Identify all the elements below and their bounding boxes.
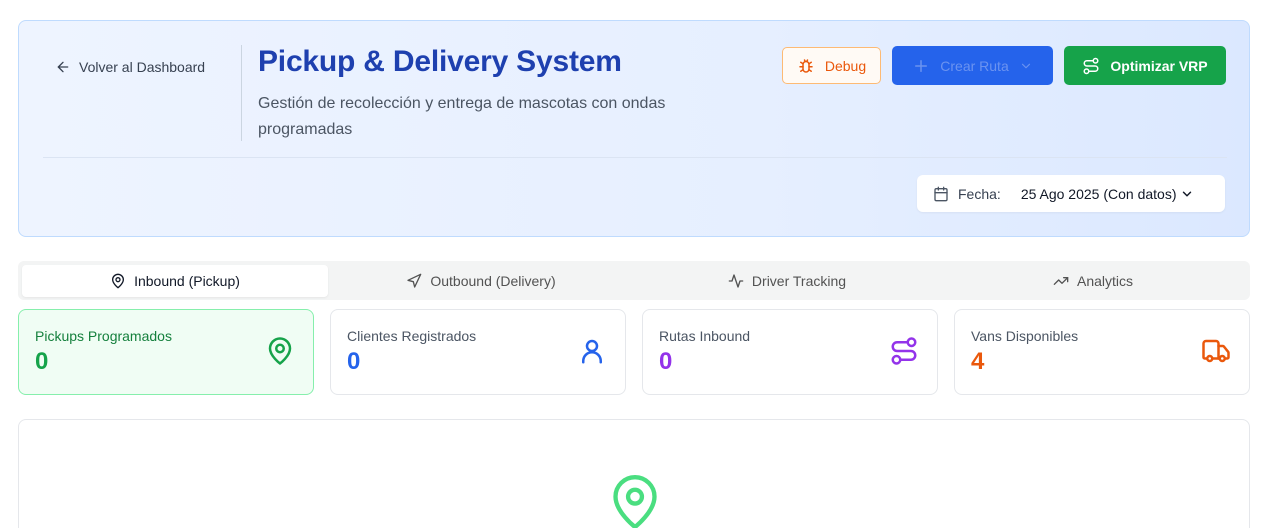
- tab-bar: Inbound (Pickup) Outbound (Delivery) Dri…: [18, 261, 1250, 300]
- stat-value: 0: [347, 348, 361, 375]
- tab-analytics[interactable]: Analytics: [940, 265, 1246, 297]
- optimizar-vrp-button[interactable]: Optimizar VRP: [1064, 46, 1226, 85]
- stat-label: Rutas Inbound: [659, 328, 751, 344]
- header-divider: [43, 157, 1227, 158]
- tab-driver-tracking[interactable]: Driver Tracking: [634, 265, 940, 297]
- stat-card-vans: Vans Disponibles 4: [954, 309, 1250, 395]
- tab-outbound[interactable]: Outbound (Delivery): [328, 265, 634, 297]
- crear-ruta-button[interactable]: Crear Ruta: [892, 46, 1053, 85]
- vertical-divider: [241, 45, 242, 141]
- debug-button[interactable]: Debug: [782, 47, 881, 84]
- stat-value: 0: [35, 348, 49, 375]
- stat-label: Vans Disponibles: [971, 328, 1079, 344]
- tab-label: Outbound (Delivery): [430, 273, 556, 289]
- chevron-down-icon: [1021, 63, 1030, 68]
- route-icon: [1083, 57, 1099, 74]
- tab-inbound[interactable]: Inbound (Pickup): [22, 265, 328, 297]
- user-icon: [582, 339, 602, 364]
- stat-value: 0: [659, 348, 673, 375]
- optimizar-vrp-label: Optimizar VRP: [1110, 57, 1208, 74]
- date-select[interactable]: Fecha: 25 Ago 2025 (Con datos): [917, 175, 1225, 212]
- activity-icon: [728, 274, 744, 288]
- trending-up-icon: [1053, 277, 1069, 285]
- calendar-icon: [934, 186, 948, 201]
- tab-label: Inbound (Pickup): [134, 273, 240, 289]
- map-pin-icon: [268, 337, 292, 365]
- stat-card-rutas: Rutas Inbound 0: [642, 309, 938, 395]
- stat-label: Clientes Registrados: [347, 328, 477, 344]
- back-to-dashboard-link[interactable]: Volver al Dashboard: [55, 59, 205, 75]
- header-card: Volver al Dashboard Pickup & Delivery Sy…: [18, 20, 1250, 237]
- date-value: 25 Ago 2025 (Con datos): [1020, 185, 1177, 202]
- back-link-label: Volver al Dashboard: [79, 59, 206, 75]
- bug-icon: [799, 58, 813, 73]
- tab-label: Analytics: [1076, 273, 1134, 289]
- page: Volver al Dashboard Pickup & Delivery Sy…: [0, 0, 1285, 528]
- page-title: Pickup & Delivery System: [258, 45, 622, 78]
- content-panel: [18, 419, 1250, 528]
- crear-ruta-label: Crear Ruta: [940, 57, 1009, 74]
- tab-label: Driver Tracking: [751, 273, 847, 289]
- plus-icon: [915, 59, 928, 72]
- chevron-down-icon: [1183, 191, 1192, 196]
- stat-value: 4: [971, 348, 985, 375]
- arrow-left-icon: [57, 61, 69, 73]
- map-pin-icon: [613, 475, 657, 528]
- debug-button-label: Debug: [824, 57, 867, 74]
- send-icon: [407, 273, 422, 288]
- map-pin-icon: [112, 273, 125, 289]
- date-label: Fecha:: [958, 185, 1001, 202]
- stat-card-clientes: Clientes Registrados 0: [330, 309, 626, 395]
- truck-icon: [1202, 339, 1230, 363]
- route-icon: [891, 337, 917, 365]
- page-subtitle: Gestión de recolección y entrega de masc…: [258, 95, 666, 138]
- stat-card-pickups: Pickups Programados 0: [18, 309, 314, 395]
- stat-label: Pickups Programados: [35, 328, 172, 344]
